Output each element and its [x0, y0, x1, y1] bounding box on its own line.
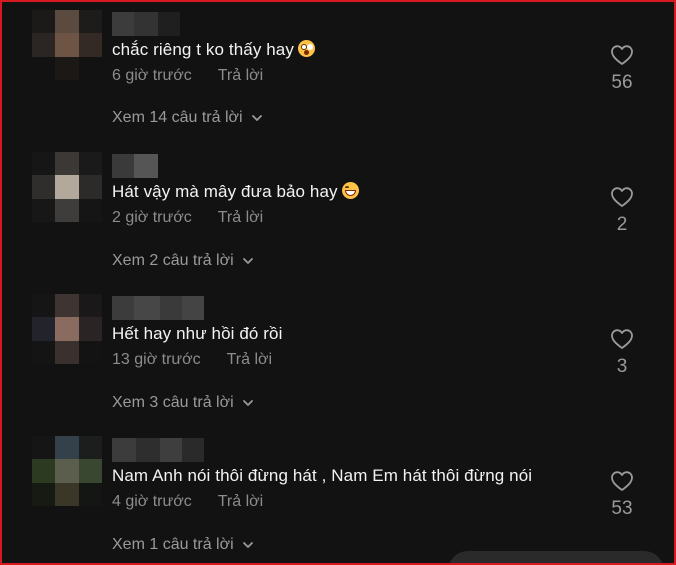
view-replies-label: Xem 2 câu trả lời: [112, 252, 234, 269]
comment-item: Hết hay như hồi đó rồi 13 giờ trước Trả …: [2, 286, 674, 428]
like-button[interactable]: 53: [600, 470, 644, 520]
reply-button[interactable]: Trả lời: [218, 493, 263, 511]
comment-text: Hết hay như hồi đó rồi: [112, 324, 282, 344]
comment-item: Nam Anh nói thôi đừng hát , Nam Em hát t…: [2, 428, 674, 563]
shocked-face-icon: [297, 40, 315, 57]
chevron-down-icon: [251, 115, 262, 121]
comment-meta: 4 giờ trước Trả lời: [112, 493, 263, 511]
chevron-down-icon: [242, 400, 253, 406]
comment-meta: 2 giờ trước Trả lời: [112, 209, 263, 227]
username-blurred[interactable]: [112, 438, 204, 462]
comment-time: 2 giờ trước: [112, 209, 192, 226]
like-button[interactable]: 56: [600, 44, 644, 94]
grinning-face-icon: [341, 182, 359, 199]
heart-icon: [611, 45, 633, 65]
comment-item: chắc riêng t ko thấy hay 6 giờ trước Trả…: [2, 2, 674, 144]
heart-icon: [611, 187, 633, 207]
comment-time: 4 giờ trước: [112, 493, 192, 510]
comment-text: Hát vậy mà mây đưa bảo hay: [112, 182, 359, 202]
like-count: 3: [616, 356, 628, 377]
reply-button[interactable]: Trả lời: [227, 351, 272, 369]
reply-button[interactable]: Trả lời: [218, 209, 263, 227]
heart-icon: [611, 329, 633, 349]
avatar[interactable]: [32, 436, 102, 506]
avatar[interactable]: [32, 152, 102, 222]
avatar[interactable]: [32, 10, 102, 80]
reply-button[interactable]: Trả lời: [218, 67, 263, 85]
like-button[interactable]: 3: [600, 328, 644, 378]
comment-list: chắc riêng t ko thấy hay 6 giờ trước Trả…: [0, 0, 676, 565]
comment-input-bar[interactable]: [448, 551, 664, 563]
comment-meta: 6 giờ trước Trả lời: [112, 67, 263, 85]
username-blurred[interactable]: [112, 296, 204, 320]
view-replies-button[interactable]: Xem 2 câu trả lời: [112, 252, 254, 270]
view-replies-button[interactable]: Xem 14 câu trả lời: [112, 109, 263, 127]
view-replies-label: Xem 1 câu trả lời: [112, 536, 234, 553]
comment-text-content: Hát vậy mà mây đưa bảo hay: [112, 182, 338, 201]
comment-item: Hát vậy mà mây đưa bảo hay 2 giờ trước T…: [2, 144, 674, 286]
comment-text-content: Nam Anh nói thôi đừng hát , Nam Em hát t…: [112, 466, 533, 485]
avatar[interactable]: [32, 294, 102, 364]
username-blurred[interactable]: [112, 12, 180, 36]
comment-text-content: chắc riêng t ko thấy hay: [112, 40, 294, 59]
username-blurred[interactable]: [112, 154, 158, 178]
comment-time: 6 giờ trước: [112, 67, 192, 84]
comment-text-content: Hết hay như hồi đó rồi: [112, 324, 283, 343]
comment-time: 13 giờ trước: [112, 351, 201, 368]
view-replies-button[interactable]: Xem 3 câu trả lời: [112, 394, 254, 412]
like-count: 53: [611, 498, 633, 519]
view-replies-button[interactable]: Xem 1 câu trả lời: [112, 536, 254, 554]
heart-icon: [611, 471, 633, 491]
chevron-down-icon: [242, 258, 253, 264]
comment-text: Nam Anh nói thôi đừng hát , Nam Em hát t…: [112, 466, 532, 486]
view-replies-label: Xem 14 câu trả lời: [112, 109, 243, 126]
comment-meta: 13 giờ trước Trả lời: [112, 351, 272, 369]
like-count: 56: [611, 72, 633, 93]
like-button[interactable]: 2: [600, 186, 644, 236]
comment-text: chắc riêng t ko thấy hay: [112, 40, 315, 60]
like-count: 2: [616, 214, 628, 235]
chevron-down-icon: [242, 542, 253, 548]
view-replies-label: Xem 3 câu trả lời: [112, 394, 234, 411]
